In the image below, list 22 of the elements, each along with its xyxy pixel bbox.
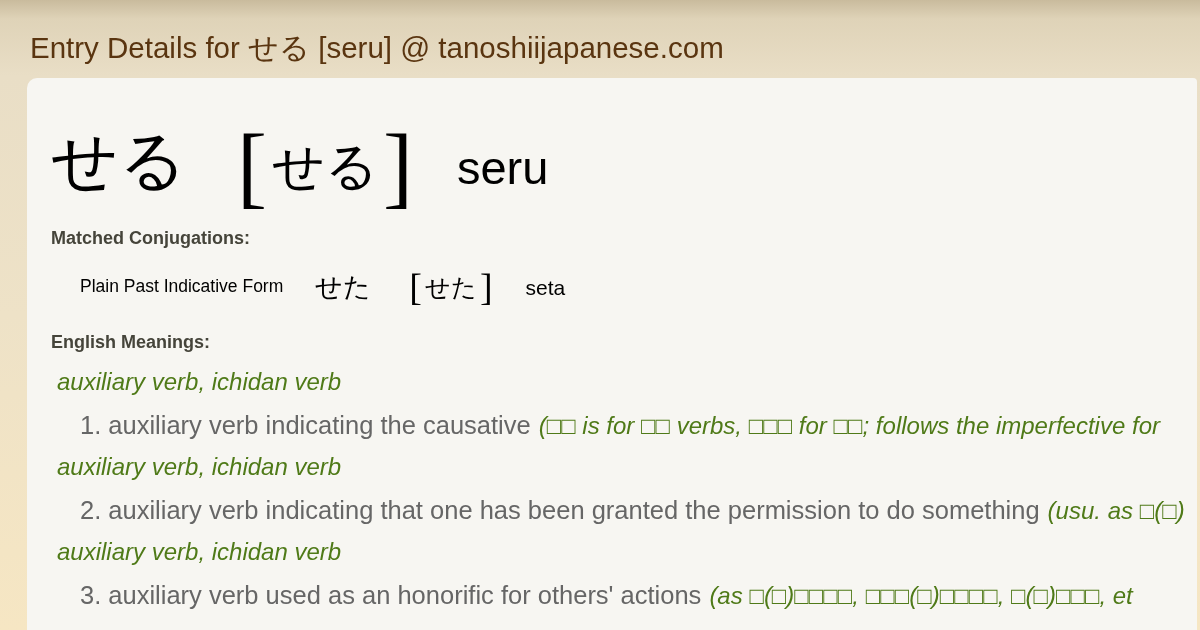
entry-reading: [せる] [237,122,413,212]
part-of-speech: auxiliary verb, ichidan verb [57,370,342,394]
usage-note: (usu. as □(□) [1047,499,1185,523]
meaning-text: auxiliary verb used as an honorific for others' actions [108,583,702,609]
conjugated-romaji: seta [525,276,566,298]
entry-romaji: seru [456,143,549,191]
part-of-speech: auxiliary verb, ichidan verb [57,540,342,564]
page-title: Entry Details for せる [seru] @ tanoshiijapanese.com [30,33,724,63]
part-of-speech: auxiliary verb, ichidan verb [57,455,342,479]
section-heading: English Meanings: [51,333,210,351]
sense-number: 1. [80,413,102,439]
usage-note: (□□ is for □□ verbs, □□□ for □□; follows the imperfective for [538,414,1160,438]
meaning-text: auxiliary verb indicating that one has been granted the permission to do something [108,498,1040,524]
entry-word: せる [51,128,187,194]
conjugated-word: せた [315,273,372,301]
section-heading: Matched Conjugations: [51,229,250,247]
sense-number: 3. [80,583,102,609]
conjugation-form: Plain Past Indicative Form [80,278,284,296]
sense-number: 2. [80,498,102,524]
meaning-text: auxiliary verb indicating the causative [108,413,531,439]
conjugated-reading: [せた] [409,268,493,306]
usage-note: (as □(□)□□□□, □□□(□)□□□□, □(□)□□□, et [709,584,1133,608]
